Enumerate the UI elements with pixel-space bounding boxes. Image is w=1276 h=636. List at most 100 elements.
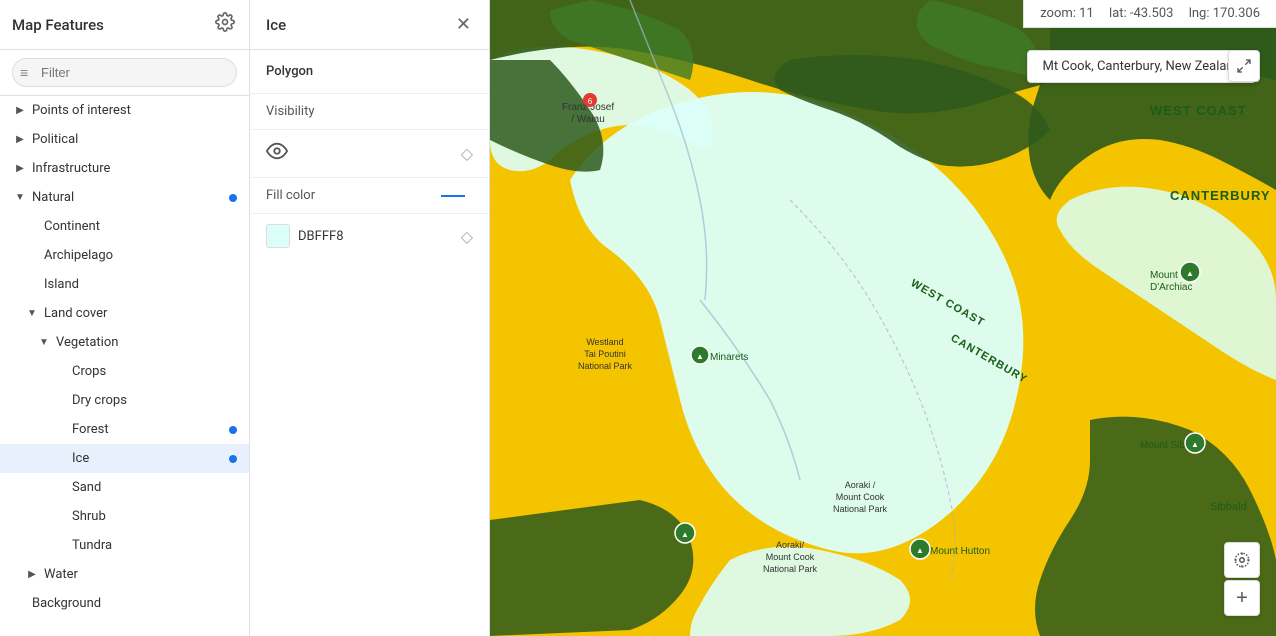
svg-text:▲: ▲	[1186, 269, 1194, 278]
sidebar-item-label: Political	[32, 132, 78, 147]
sidebar-item-dry-crops[interactable]: Dry crops	[0, 386, 249, 415]
sidebar-item-natural[interactable]: ▼ Natural	[0, 183, 249, 212]
svg-text:Mount Hutton: Mount Hutton	[930, 546, 990, 557]
color-swatch[interactable]	[266, 224, 290, 248]
sidebar-item-archipelago[interactable]: Archipelago	[0, 241, 249, 270]
svg-text:▲: ▲	[1191, 440, 1199, 449]
sidebar-item-label: Sand	[72, 480, 101, 495]
map-topbar: zoom: 11 lat: -43.503 lng: 170.306	[1023, 0, 1276, 28]
diamond-icon[interactable]: ◇	[461, 144, 473, 163]
lat-label: lat:	[1109, 6, 1127, 21]
tree-list: ▶ Points of interest ▶ Political ▶ Infra…	[0, 96, 249, 618]
sidebar-item-label: Island	[44, 277, 79, 292]
zoom-value: 11	[1079, 6, 1094, 21]
svg-text:Mount Cook: Mount Cook	[836, 492, 885, 502]
visibility-controls-row: ◇	[250, 130, 489, 178]
lat-value: -43.503	[1130, 6, 1174, 21]
sidebar-item-sand[interactable]: Sand	[0, 473, 249, 502]
svg-text:Mount Cook: Mount Cook	[766, 552, 815, 562]
sidebar-item-label: Ice	[72, 451, 89, 466]
sidebar-item-label: Archipelago	[44, 248, 113, 263]
active-dot	[229, 426, 237, 434]
svg-text:D'Archiac: D'Archiac	[1150, 282, 1192, 293]
eye-icon[interactable]	[266, 140, 288, 167]
map-area: zoom: 11 lat: -43.503 lng: 170.306	[490, 0, 1276, 636]
sidebar-title: Map Features	[12, 16, 104, 34]
sidebar-item-label: Background	[32, 596, 101, 611]
sidebar-item-label: Dry crops	[72, 393, 127, 408]
lng-value: 170.306	[1213, 6, 1260, 21]
sidebar-item-label: Forest	[72, 422, 109, 437]
zoom-in-button[interactable]: +	[1224, 580, 1260, 616]
chevron-icon: ▼	[24, 308, 40, 319]
sidebar-item-water[interactable]: ▶ Water	[0, 560, 249, 589]
active-dot	[229, 194, 237, 202]
svg-text:National Park: National Park	[763, 564, 818, 574]
detail-header: Ice ✕	[250, 0, 489, 50]
svg-text:Sibbald: Sibbald	[1210, 501, 1247, 513]
svg-text:Mount: Mount	[1150, 270, 1178, 281]
sidebar-item-ice[interactable]: Ice	[0, 444, 249, 473]
chevron-icon: ▶	[12, 105, 28, 116]
sidebar-item-infrastructure[interactable]: ▶ Infrastructure	[0, 154, 249, 183]
svg-text:Aoraki /: Aoraki /	[845, 480, 876, 490]
close-button[interactable]: ✕	[454, 12, 473, 37]
plus-icon: +	[1236, 587, 1248, 610]
sidebar-item-label: Tundra	[72, 538, 112, 553]
color-hex-value: DBFFF8	[298, 229, 461, 244]
sidebar-item-tundra[interactable]: Tundra	[0, 531, 249, 560]
sidebar-item-label: Shrub	[72, 509, 106, 524]
map-controls: +	[1224, 542, 1260, 616]
diamond-icon-2[interactable]: ◇	[461, 227, 473, 246]
visibility-label: Visibility	[266, 104, 315, 119]
sidebar-item-label: Vegetation	[56, 335, 118, 350]
fill-color-label: Fill color	[266, 188, 441, 203]
svg-text:▲: ▲	[696, 352, 704, 361]
sidebar-item-island[interactable]: Island	[0, 270, 249, 299]
sidebar-item-shrub[interactable]: Shrub	[0, 502, 249, 531]
svg-text:▲: ▲	[681, 530, 689, 539]
sidebar-item-background[interactable]: Background	[0, 589, 249, 618]
sidebar-item-points-of-interest[interactable]: ▶ Points of interest	[0, 96, 249, 125]
visibility-row: Visibility	[250, 94, 489, 130]
filter-bar: ≡	[0, 50, 249, 96]
sidebar-item-vegetation[interactable]: ▼ Vegetation	[0, 328, 249, 357]
sidebar-item-continent[interactable]: Continent	[0, 212, 249, 241]
gear-button[interactable]	[213, 10, 237, 39]
sidebar-item-label: Points of interest	[32, 103, 131, 118]
svg-text:WEST COAST: WEST COAST	[1150, 103, 1247, 118]
svg-text:Westland: Westland	[586, 337, 623, 347]
sidebar-item-label: Land cover	[44, 306, 107, 321]
sidebar-item-land-cover[interactable]: ▼ Land cover	[0, 299, 249, 328]
svg-text:/ Waiau: / Waiau	[571, 114, 605, 125]
detail-title: Ice	[266, 16, 286, 34]
location-text: Mt Cook, Canterbury, New Zealand	[1042, 59, 1241, 74]
fullscreen-button[interactable]	[1228, 50, 1260, 82]
location-button[interactable]	[1224, 542, 1260, 578]
sidebar-header: Map Features	[0, 0, 249, 50]
fullscreen-icon	[1236, 58, 1252, 74]
sidebar-item-political[interactable]: ▶ Political	[0, 125, 249, 154]
svg-text:6: 6	[588, 97, 593, 106]
chevron-icon: ▼	[36, 337, 52, 348]
svg-text:Minarets: Minarets	[710, 352, 748, 363]
chevron-icon: ▶	[12, 163, 28, 174]
sidebar-item-forest[interactable]: Forest	[0, 415, 249, 444]
svg-text:National Park: National Park	[578, 361, 633, 371]
svg-text:Tai Poutini: Tai Poutini	[584, 349, 626, 359]
sidebar-item-label: Infrastructure	[32, 161, 110, 176]
fill-color-line	[441, 195, 465, 197]
detail-panel: Ice ✕ Polygon Visibility ◇ Fill color DB…	[250, 0, 490, 636]
sidebar: Map Features ≡ ▶ Points of interest ▶ Po…	[0, 0, 250, 636]
location-tooltip: Mt Cook, Canterbury, New Zealand	[1027, 50, 1256, 83]
svg-text:▲: ▲	[916, 546, 924, 555]
chevron-icon: ▶	[12, 134, 28, 145]
filter-input[interactable]	[12, 58, 237, 87]
svg-text:Aoraki/: Aoraki/	[776, 540, 805, 550]
color-swatch-row[interactable]: DBFFF8 ◇	[250, 214, 489, 258]
detail-type-label: Polygon	[266, 64, 313, 79]
map-canvas[interactable]: WEST COAST CANTERBURY WEST COAST CANTERB…	[490, 0, 1276, 636]
active-dot	[229, 455, 237, 463]
svg-text:National Park: National Park	[833, 504, 888, 514]
sidebar-item-crops[interactable]: Crops	[0, 357, 249, 386]
